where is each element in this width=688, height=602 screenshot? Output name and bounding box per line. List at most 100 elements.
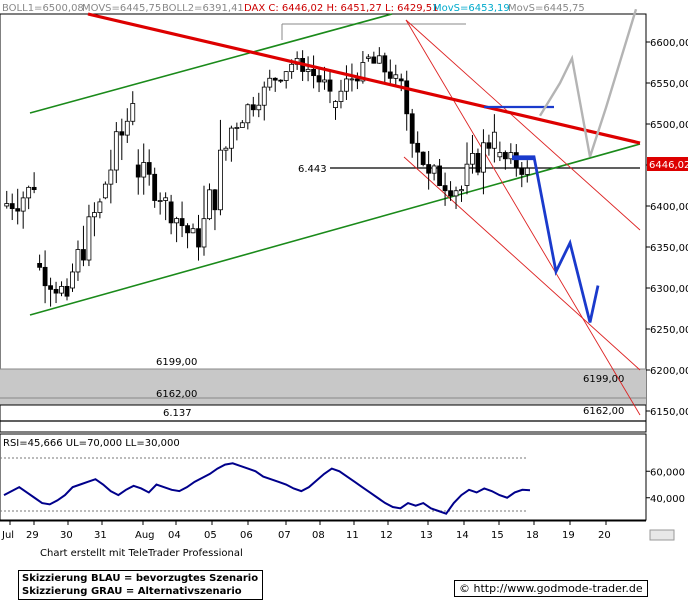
x-tick-label: 15 — [491, 530, 504, 541]
y-tick-label: 6500,00 — [650, 120, 688, 131]
candle-body — [305, 68, 311, 72]
candle-body — [464, 163, 470, 186]
candle-body — [442, 185, 448, 192]
legend-blue: Skizzierung BLAU = bevorzugtes Szenario — [22, 573, 259, 584]
candle-body — [228, 127, 234, 149]
candle-body — [152, 173, 158, 201]
candle-body — [289, 63, 295, 73]
candle-body — [42, 266, 48, 287]
candle-body — [415, 142, 421, 153]
candle-body — [387, 71, 393, 79]
x-tick-label: 14 — [456, 530, 469, 541]
candle-body — [9, 203, 15, 210]
y-tick-label: 6300,00 — [650, 284, 688, 295]
scenario-legend: Skizzierung BLAU = bevorzugtes Szenario … — [18, 570, 264, 600]
candle-body — [486, 142, 492, 149]
current-price-text: 6446,02 — [649, 160, 688, 171]
candle-body — [272, 77, 278, 81]
x-tick-label: Jul — [1, 530, 14, 541]
candle-body — [256, 104, 262, 111]
candle-body — [48, 285, 53, 290]
y-tick-label: 6400,00 — [650, 202, 688, 213]
candle-body — [70, 271, 75, 289]
x-tick-label: 19 — [562, 530, 575, 541]
candle-body — [393, 74, 399, 79]
candle-body — [250, 104, 256, 111]
rsi-y-tick-label: 40,000 — [650, 494, 685, 505]
candle-body — [322, 79, 327, 83]
candle-body — [64, 285, 70, 297]
candle-body — [234, 127, 240, 129]
label-6162-right: 6162,00 — [583, 406, 624, 417]
x-tick-label: 31 — [94, 530, 107, 541]
y-tick-label: 6200,00 — [650, 366, 688, 377]
candle-body — [311, 68, 316, 77]
x-tick-label: 06 — [240, 530, 253, 541]
x-tick-label: 07 — [278, 530, 291, 541]
candle-body — [327, 79, 333, 92]
candle-body — [185, 225, 190, 234]
chart-header: BOLL1=6500,08 MOVS=6445,75 BOLL2=6391,41… — [2, 3, 585, 14]
chart-canvas: BOLL1=6500,08 MOVS=6445,75 BOLL2=6391,41… — [0, 3, 688, 541]
candle-body — [223, 147, 229, 151]
candle-body — [338, 90, 344, 102]
x-tick-label: 11 — [346, 530, 359, 541]
label-6199-right: 6199,00 — [583, 374, 624, 385]
candle-body — [431, 165, 437, 174]
x-tick-label: 30 — [60, 530, 73, 541]
x-axis: Jul 29 30 31 Aug 04 05 06 07 08 11 12 13 14 15 18 19 20 — [1, 521, 611, 541]
candle-body — [316, 75, 322, 83]
candle-body — [376, 55, 382, 64]
candle-body — [491, 131, 497, 149]
y-tick-label: 6600,00 — [650, 38, 688, 49]
x-tick-label: 12 — [380, 530, 393, 541]
scroll-button[interactable] — [649, 529, 675, 541]
y-tick-label: 6150,00 — [650, 407, 688, 418]
x-tick-label: 13 — [420, 530, 433, 541]
header-movs2: MovS=6453,19 — [433, 3, 510, 14]
candle-body — [371, 56, 377, 64]
candle-body — [201, 218, 207, 248]
candle-body — [124, 120, 130, 136]
candle-body — [398, 78, 404, 82]
candle-body — [267, 77, 273, 88]
header-boll1: BOLL1=6500,08 — [2, 3, 84, 14]
candle-body — [218, 149, 223, 211]
candle-body — [81, 249, 86, 261]
source-url[interactable]: © http://www.godmode-trader.de — [454, 580, 648, 597]
candle-body — [108, 169, 114, 185]
candle-body — [365, 56, 371, 59]
candle-body — [481, 142, 486, 173]
candle-body — [404, 80, 410, 115]
candle-body — [470, 152, 475, 165]
candle-body — [437, 165, 442, 186]
candle-body — [283, 71, 289, 81]
legend-gray: Skizzierung GRAU = Alternativszenario — [22, 586, 242, 597]
candle-body — [212, 189, 218, 211]
candle-body — [453, 190, 459, 197]
candle-body — [135, 164, 141, 178]
candle-body — [92, 212, 97, 218]
candle-body — [59, 285, 64, 294]
x-tick-label: 29 — [26, 530, 39, 541]
candle-body — [20, 197, 26, 212]
y-tick-label: 6550,00 — [650, 79, 688, 90]
candle-body — [382, 55, 388, 73]
candle-body — [119, 131, 125, 136]
label-6443: 6.443 — [298, 164, 327, 175]
label-6199-left: 6199,00 — [156, 357, 197, 368]
x-tick-label: 08 — [312, 530, 325, 541]
candle-body — [355, 78, 360, 82]
candle-body — [163, 197, 169, 201]
candle-body — [519, 167, 525, 175]
x-tick-label: 05 — [204, 530, 217, 541]
candle-body — [168, 201, 174, 224]
candle-body — [513, 152, 519, 169]
candle-body — [524, 167, 530, 175]
candle-body — [141, 162, 147, 178]
rsi-y-axis: 60,000 40,000 — [646, 467, 685, 505]
header-movs3: MovS=6445,75 — [508, 3, 585, 14]
candle-body — [502, 152, 508, 160]
y-tick-label: 6250,00 — [650, 325, 688, 336]
chart-credit: Chart erstellt mit TeleTrader Profession… — [40, 548, 243, 559]
